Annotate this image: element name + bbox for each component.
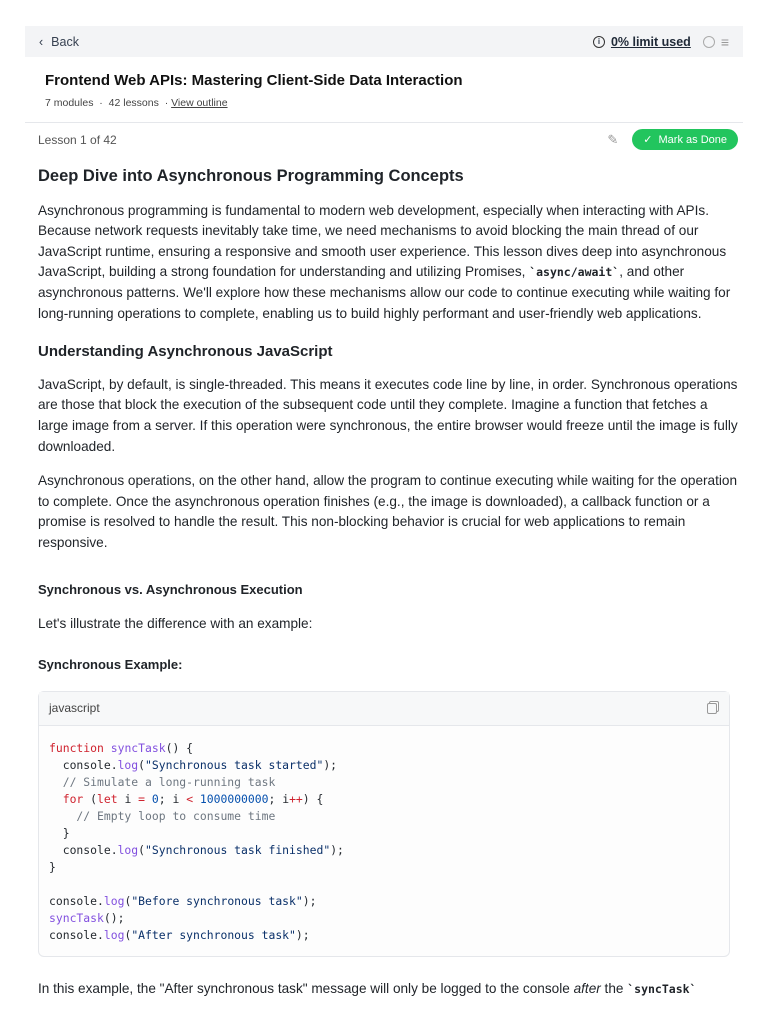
course-header: Frontend Web APIs: Mastering Client-Side…	[45, 72, 463, 109]
module-count: 7 modules	[45, 97, 94, 109]
edit-icon[interactable]: ✎	[607, 132, 618, 148]
code-token: );	[330, 843, 344, 858]
code-token: ) {	[302, 792, 324, 807]
info-icon: i	[592, 35, 605, 48]
view-outline-link[interactable]: View outline	[171, 97, 227, 109]
code-token: log	[117, 758, 139, 773]
paragraph: Let's illustrate the difference with an …	[38, 616, 313, 632]
code-language: javascript	[49, 701, 100, 716]
course-title: Frontend Web APIs: Mastering Client-Side…	[45, 72, 463, 89]
code-token: log	[103, 928, 125, 943]
subsection-heading: Synchronous vs. Asynchronous Execution	[38, 581, 303, 597]
code-token: =	[138, 792, 152, 807]
code-token: log	[103, 894, 125, 909]
code-token: console.	[49, 928, 104, 943]
code-token: (	[138, 758, 146, 773]
code-token: 0	[151, 792, 159, 807]
code-line: // Simulate a long-running task	[49, 774, 719, 791]
code-token: <	[186, 792, 200, 807]
lesson-title: Deep Dive into Asynchronous Programming …	[38, 167, 464, 185]
code-token: () {	[165, 741, 194, 756]
code-token: 1000000000	[199, 792, 269, 807]
code-token: ; i	[268, 792, 290, 807]
divider	[25, 122, 743, 123]
code-token: // Empty loop to consume time	[49, 809, 276, 824]
separator: ·	[164, 97, 169, 109]
code-token: "Before synchronous task"	[131, 894, 303, 909]
top-bar: ‹ Back i 0% limit used ≡	[25, 26, 743, 57]
mark-as-done-button[interactable]: ✓ Mark as Done	[632, 129, 738, 150]
paragraph: Asynchronous operations, on the other ha…	[38, 473, 738, 550]
inline-code: `async/await`	[529, 265, 620, 280]
code-line: console.log("Synchronous task started");	[49, 757, 719, 774]
code-token: for	[49, 792, 91, 807]
chat-icon[interactable]	[702, 35, 715, 48]
section-heading: Understanding Asynchronous JavaScript	[38, 343, 333, 361]
code-token: );	[323, 758, 338, 773]
lesson-count: 42 lessons	[108, 97, 159, 109]
code-token: console.	[49, 843, 118, 858]
code-line: }	[49, 859, 719, 876]
code-token: console.	[49, 894, 104, 909]
menu-icon[interactable]: ≡	[721, 34, 729, 50]
example-heading: Synchronous Example:	[38, 656, 183, 672]
text: the	[600, 981, 628, 997]
code-line: syncTask();	[49, 910, 719, 927]
code-line: for (let i = 0; i < 1000000000; i++) {	[49, 791, 719, 808]
inline-code: `syncTask`	[627, 982, 697, 997]
code-token: );	[295, 928, 310, 943]
back-label: Back	[51, 34, 79, 49]
text: In this example, the "After synchronous …	[38, 981, 574, 997]
code-token: ();	[103, 911, 125, 926]
paragraph: In this example, the "After synchronous …	[38, 979, 738, 1000]
code-token: "Synchronous task finished"	[145, 843, 331, 858]
code-token: log	[117, 843, 139, 858]
lesson-counter: Lesson 1 of 42	[38, 132, 117, 147]
code-line: console.log("After synchronous task");	[49, 927, 719, 944]
code-token: "After synchronous task"	[131, 928, 296, 943]
code-line: console.log("Synchronous task finished")…	[49, 842, 719, 859]
code-token: syncTask	[110, 741, 166, 756]
separator: ·	[99, 97, 103, 109]
check-icon: ✓	[643, 134, 653, 146]
code-token: }	[49, 826, 70, 841]
mark-as-done-label: Mark as Done	[658, 133, 727, 146]
code-line: function syncTask() {	[49, 740, 719, 757]
code-token: console.	[49, 758, 118, 773]
back-button[interactable]: ‹ Back	[39, 35, 79, 49]
code-token: "Synchronous task started"	[145, 758, 324, 773]
code-line: }	[49, 825, 719, 842]
code-token: );	[302, 894, 317, 909]
chevron-left-icon: ‹	[39, 34, 44, 49]
code-token: (	[138, 843, 146, 858]
paragraph: JavaScript, by default, is single-thread…	[38, 376, 738, 454]
emphasis: after	[573, 981, 601, 997]
copy-icon[interactable]	[707, 703, 717, 715]
code-token: }	[49, 860, 56, 875]
code-token: ; i	[158, 792, 187, 807]
code-token: function	[49, 741, 111, 756]
paragraph: Asynchronous programming is fundamental …	[38, 201, 738, 325]
code-token: let	[97, 792, 125, 807]
code-token: syncTask	[49, 911, 104, 926]
code-line: console.log("Before synchronous task");	[49, 893, 719, 910]
code-token: i	[124, 792, 139, 807]
code-token: (	[90, 792, 98, 807]
code-line: // Empty loop to consume time	[49, 808, 719, 825]
limit-link[interactable]: 0% limit used	[611, 35, 691, 49]
lesson-content: Deep Dive into Asynchronous Programming …	[38, 166, 738, 1014]
code-content: function syncTask() { console.log("Synch…	[39, 726, 729, 956]
code-block: javascript function syncTask() { console…	[38, 691, 730, 958]
code-token: // Simulate a long-running task	[49, 775, 276, 790]
code-token: ++	[289, 792, 303, 807]
